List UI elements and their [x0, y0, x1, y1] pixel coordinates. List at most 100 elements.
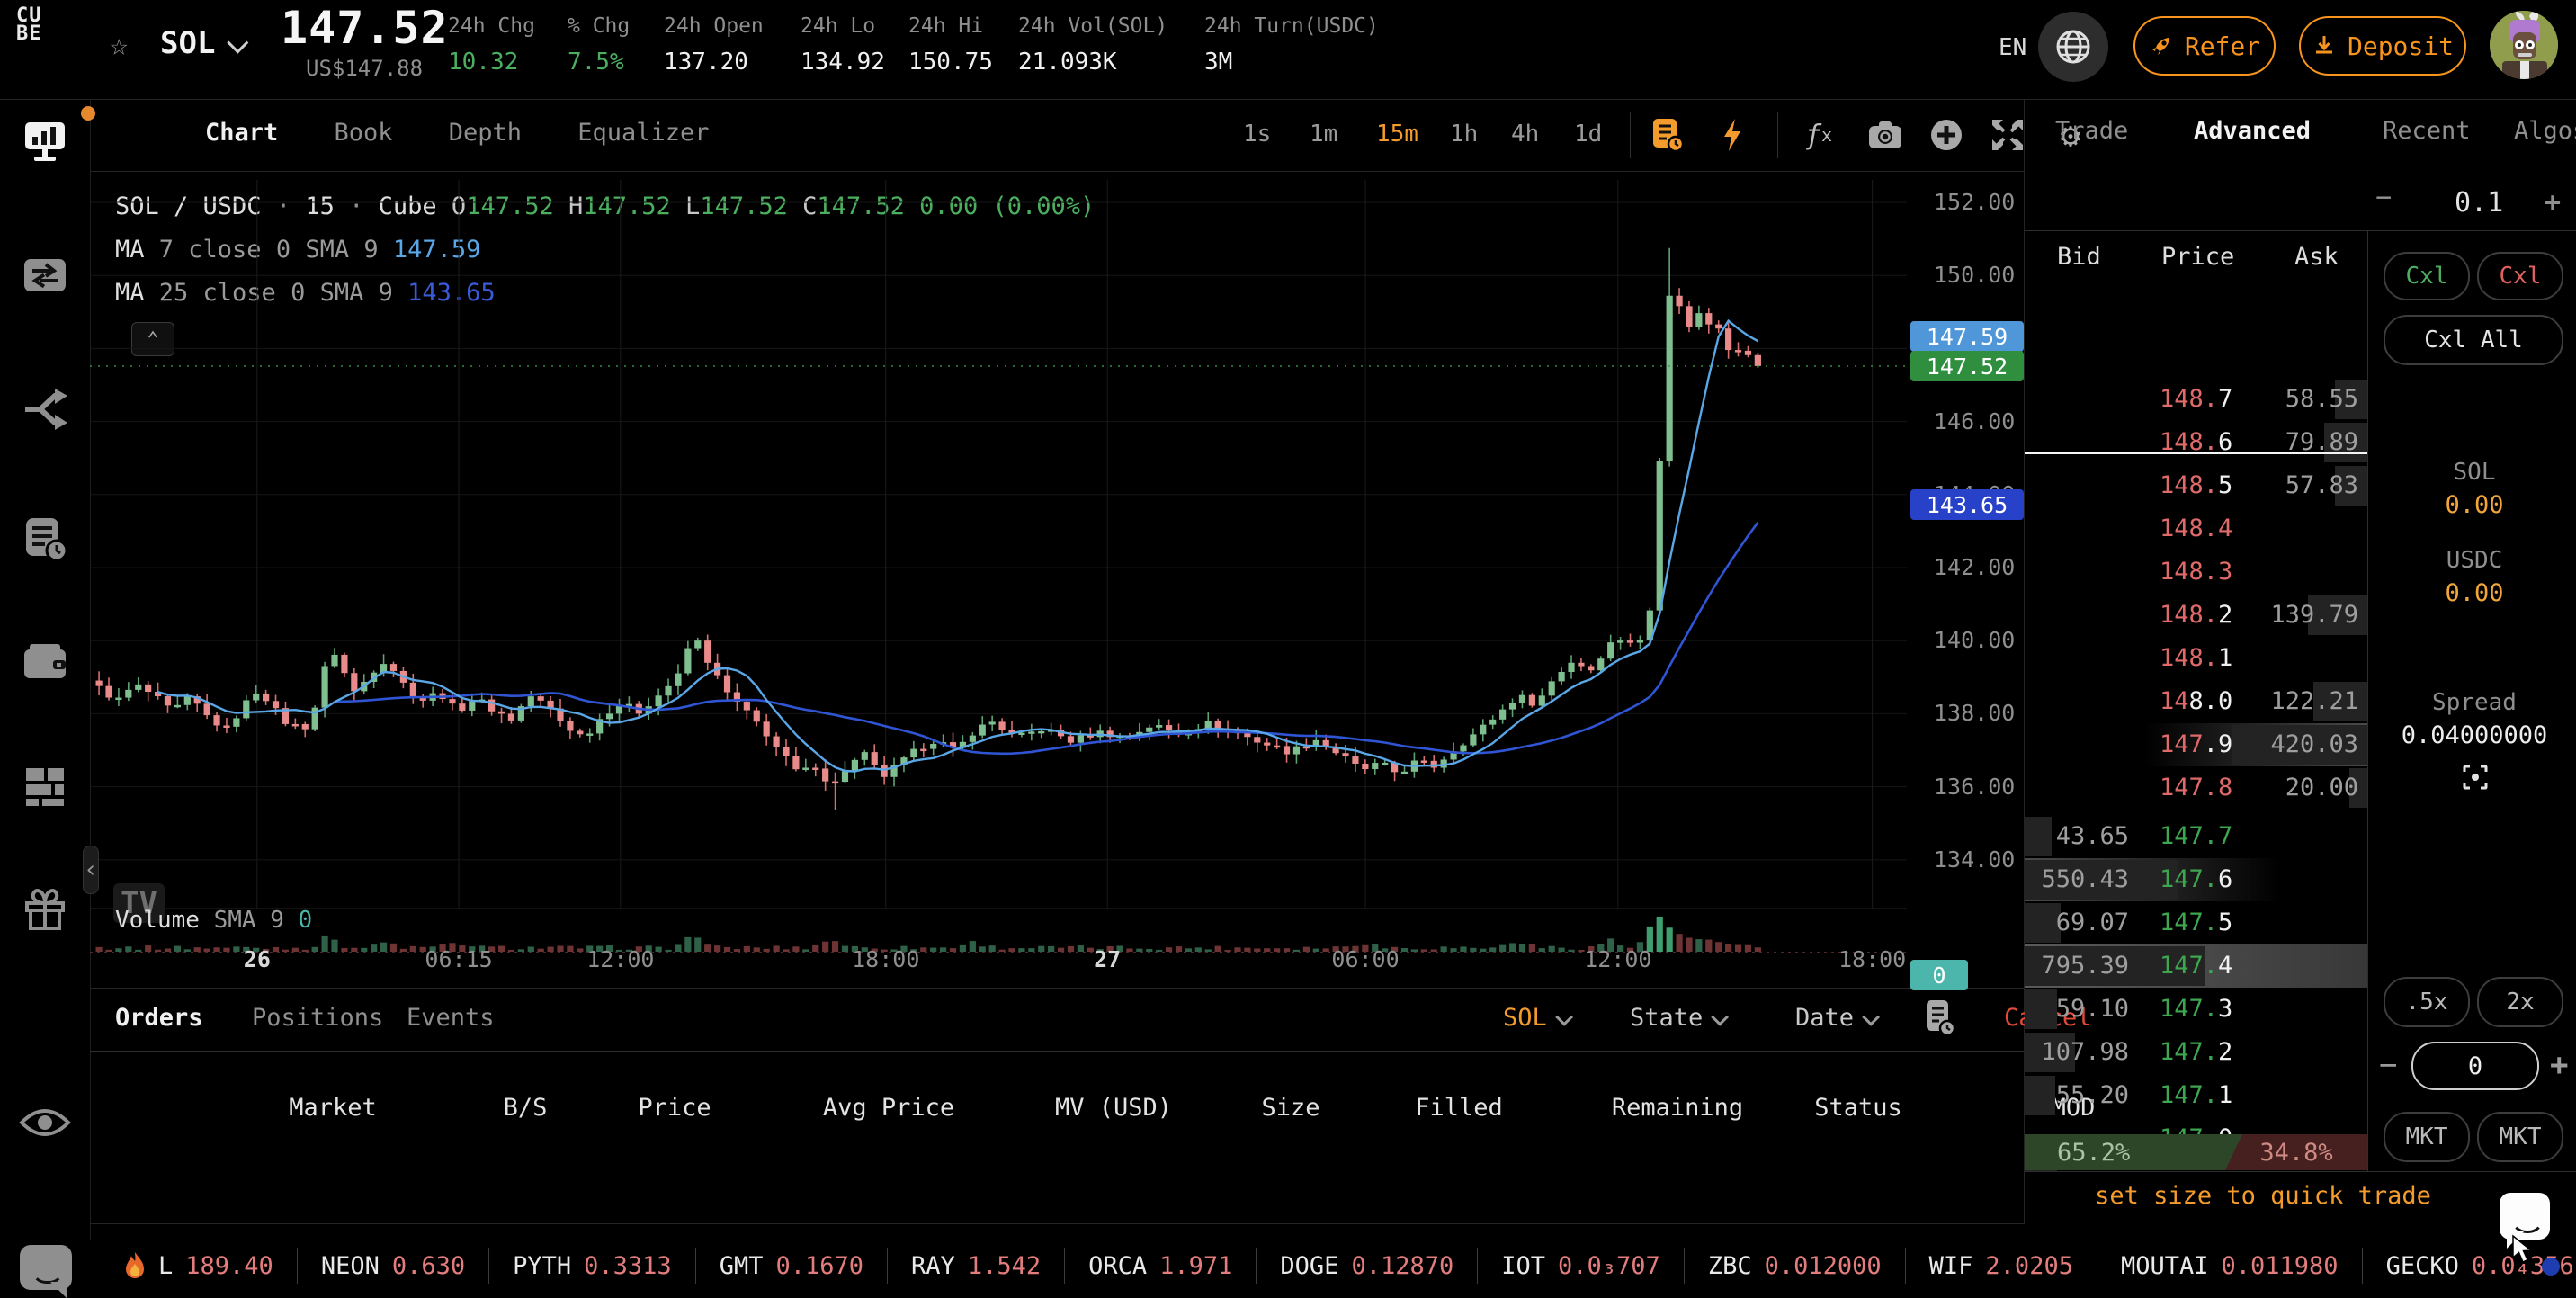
- candlestick-chart[interactable]: [90, 180, 1907, 955]
- add-circle-icon[interactable]: [1925, 113, 1968, 157]
- market-sell-button[interactable]: MKT: [2477, 1112, 2563, 1162]
- ticker-item[interactable]: GMT0.1670: [696, 1252, 887, 1280]
- tab-book[interactable]: Book: [335, 119, 393, 147]
- orders-filter-date[interactable]: Date: [1795, 1004, 1875, 1032]
- divider: [2367, 230, 2368, 1171]
- sidebar-item-split[interactable]: [0, 385, 90, 434]
- user-avatar[interactable]: [2490, 11, 2558, 79]
- orderbook-row[interactable]: 148.0122.21: [2025, 680, 2367, 723]
- support-chat-button[interactable]: [2500, 1193, 2550, 1240]
- tab-equalizer[interactable]: Equalizer: [577, 119, 709, 147]
- cancel-all-button[interactable]: Cxl All: [2384, 315, 2563, 365]
- half-size-button[interactable]: .5x: [2384, 977, 2470, 1027]
- timeframe-1h[interactable]: 1h: [1450, 121, 1478, 148]
- orders-tab-orders[interactable]: Orders: [115, 1004, 203, 1032]
- pair-selector[interactable]: SOL: [160, 25, 243, 61]
- orderbook-row[interactable]: 148.4: [2025, 507, 2367, 551]
- sidebar-item-blocks[interactable]: [0, 763, 90, 811]
- qty-decrement-button[interactable]: −: [2379, 1047, 2397, 1083]
- timeframe-1d[interactable]: 1d: [1574, 121, 1602, 148]
- panel-tab-advanced[interactable]: Advanced: [2194, 117, 2311, 145]
- orderbook-row[interactable]: 148.1: [2025, 637, 2367, 680]
- ticker-item[interactable]: ORCA1.971: [1065, 1252, 1256, 1280]
- orderbook-row[interactable]: 148.2139.79: [2025, 594, 2367, 637]
- tab-chart[interactable]: Chart: [205, 119, 278, 147]
- camera-icon[interactable]: [1864, 113, 1907, 157]
- orders-tab-events[interactable]: Events: [407, 1004, 495, 1032]
- deposit-button[interactable]: Deposit: [2299, 16, 2466, 76]
- sidebar-item-order-history[interactable]: [0, 515, 90, 563]
- sidebar-item-wallet[interactable]: [0, 639, 90, 687]
- sidebar-item-trading[interactable]: [0, 117, 90, 169]
- panel-tab-recent[interactable]: Recent: [2383, 117, 2471, 145]
- orderbook-row[interactable]: 147.820.00: [2025, 766, 2367, 810]
- ticker-symbol: ORCA: [1088, 1252, 1147, 1280]
- timeframe-1m[interactable]: 1m: [1310, 121, 1337, 148]
- tick-step-value: 0.1: [2455, 187, 2503, 219]
- sidebar-item-transfer[interactable]: [0, 252, 90, 299]
- timeframe-4h[interactable]: 4h: [1511, 121, 1539, 148]
- orderbook-row[interactable]: 147.9420.03: [2025, 723, 2367, 766]
- recenter-book-icon[interactable]: [2461, 763, 2490, 797]
- tick-decrement-button[interactable]: −: [2375, 182, 2392, 213]
- ticker-item[interactable]: L189.40: [101, 1251, 297, 1280]
- lightning-icon[interactable]: [1711, 113, 1754, 157]
- timeframe-15m[interactable]: 15m: [1376, 121, 1418, 148]
- panel-tab-algos[interactable]: Algos: [2514, 117, 2576, 145]
- cancel-asks-button[interactable]: Cxl: [2477, 252, 2563, 300]
- orderbook-row[interactable]: 550.43147.6: [2025, 858, 2367, 901]
- favorite-star-icon[interactable]: ☆: [110, 27, 128, 63]
- orderbook-row[interactable]: 69.07147.5: [2025, 901, 2367, 944]
- qty-increment-button[interactable]: +: [2550, 1047, 2568, 1083]
- sidebar-item-privacy[interactable]: [0, 1105, 90, 1141]
- sidebar-item-rewards[interactable]: [0, 883, 90, 934]
- ticker-item[interactable]: IOT0.0₃707: [1478, 1252, 1684, 1280]
- book-price: 147.3: [2160, 995, 2258, 1023]
- double-size-button[interactable]: 2x: [2477, 977, 2563, 1027]
- orders-filter-state[interactable]: State: [1630, 1004, 1724, 1032]
- fullscreen-icon[interactable]: [1986, 113, 2029, 157]
- ticker-item[interactable]: DOGE0.12870: [1257, 1252, 1477, 1280]
- orderbook-row[interactable]: 107.98147.2: [2025, 1031, 2367, 1074]
- orders-tab-positions[interactable]: Positions: [252, 1004, 383, 1032]
- ask-size: 57.83: [2241, 471, 2358, 499]
- orderbook-row[interactable]: 795.39147.4: [2025, 944, 2367, 988]
- orderbook-row[interactable]: 148.3: [2025, 551, 2367, 594]
- orderbook-row[interactable]: 55.20147.1: [2025, 1074, 2367, 1117]
- cancel-bids-button[interactable]: Cxl: [2384, 252, 2470, 300]
- filter-date-label: Date: [1795, 1004, 1854, 1032]
- chart-tabbar: Chart Book Depth Equalizer 1s 1m 15m 1h 4h 1d ƒx: [90, 99, 2024, 172]
- fx-indicators-icon[interactable]: ƒx: [1797, 113, 1840, 157]
- tick-increment-button[interactable]: +: [2545, 187, 2561, 219]
- chat-icon[interactable]: [20, 1245, 72, 1290]
- ticker-item[interactable]: RAY1.542: [888, 1252, 1064, 1280]
- orderbook-row[interactable]: 59.10147.3: [2025, 988, 2367, 1031]
- cube-logo[interactable]: CUBE: [16, 7, 42, 43]
- globe-button[interactable]: [2038, 12, 2108, 82]
- language-label[interactable]: EN: [1999, 34, 2026, 61]
- refer-button[interactable]: Refer: [2133, 16, 2276, 76]
- ticker-item[interactable]: ZBC0.012000: [1685, 1252, 1905, 1280]
- ticker-item[interactable]: PYTH0.3313: [489, 1252, 695, 1280]
- ticker-price: 0.1670: [775, 1252, 863, 1280]
- market-buy-button[interactable]: MKT: [2384, 1112, 2470, 1162]
- panel-collapse-handle[interactable]: ‹: [83, 846, 99, 894]
- orderbook-row[interactable]: 148.557.83: [2025, 464, 2367, 507]
- orderbook-row[interactable]: 148.758.55: [2025, 378, 2367, 421]
- tab-depth[interactable]: Depth: [449, 119, 522, 147]
- order-log-icon[interactable]: [1925, 998, 1955, 1043]
- book-price: 147.2: [2160, 1038, 2258, 1066]
- timeframe-1s[interactable]: 1s: [1243, 121, 1271, 148]
- qty-input[interactable]: 0: [2411, 1042, 2539, 1090]
- orderbook-row[interactable]: 148.679.89: [2025, 421, 2367, 464]
- ticker-item[interactable]: NEON0.630: [298, 1252, 488, 1280]
- order-log-icon[interactable]: [1646, 113, 1689, 157]
- panel-tab-trade[interactable]: Trade: [2055, 117, 2128, 145]
- trading-monitor-icon: [22, 117, 68, 164]
- rocket-icon: [2149, 33, 2174, 58]
- ticker-item[interactable]: WIF2.0205: [1906, 1252, 2097, 1280]
- ticker-item[interactable]: MOUTAI0.011980: [2097, 1252, 2362, 1280]
- orders-filter-symbol[interactable]: SOL: [1503, 1004, 1569, 1032]
- orderbook-row[interactable]: 43.65147.7: [2025, 815, 2367, 858]
- book-col-price: Price: [2161, 243, 2234, 271]
